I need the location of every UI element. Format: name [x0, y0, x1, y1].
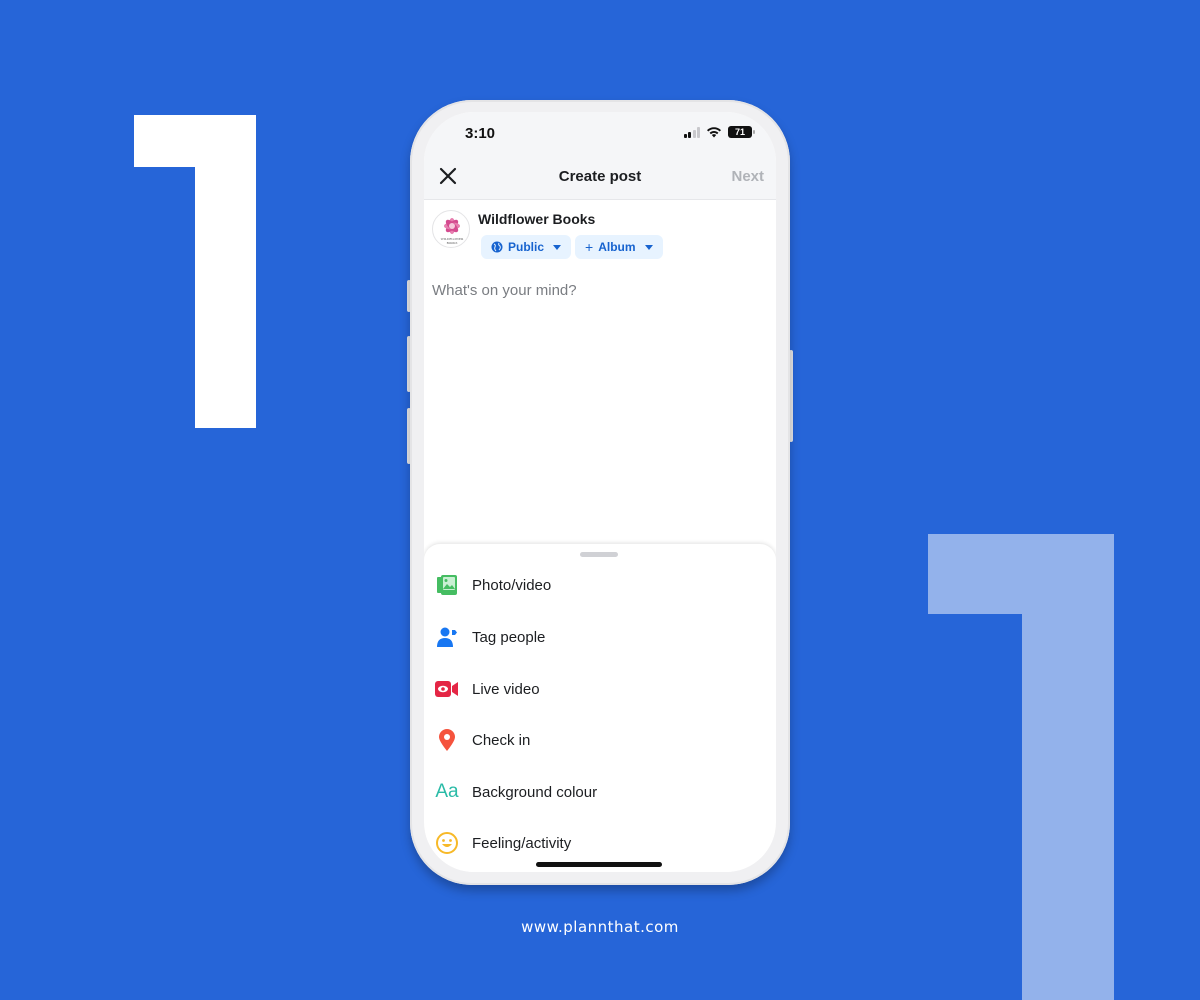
photo-video-icon	[434, 572, 460, 598]
location-pin-icon	[434, 727, 460, 753]
action-feeling-activity[interactable]: Feeling/activity	[424, 818, 776, 868]
globe-icon	[491, 241, 503, 253]
chevron-down-icon	[553, 244, 562, 250]
action-label: Check in	[472, 731, 531, 749]
battery-icon: 71	[728, 126, 755, 138]
album-label: Album	[598, 240, 636, 254]
create-post-header: Create post Next	[424, 154, 776, 200]
author-name: Wildflower Books	[478, 211, 596, 227]
tag-people-icon	[434, 624, 460, 650]
action-label: Live video	[472, 680, 540, 698]
phone-screen: 3:10 71 Create post Next WILDFLOWER BOOK…	[424, 112, 776, 872]
next-button[interactable]: Next	[731, 168, 764, 185]
sheet-drag-handle[interactable]	[580, 552, 618, 557]
action-live-video[interactable]: Live video	[424, 664, 776, 714]
text-aa-icon: Aa	[435, 781, 459, 802]
action-label: Feeling/activity	[472, 834, 572, 852]
status-icons: 71	[683, 126, 755, 138]
status-bar: 3:10 71	[424, 112, 776, 154]
wifi-icon	[707, 127, 721, 138]
wildflower-logo-icon: WILDFLOWER BOOKS	[441, 218, 464, 245]
status-time: 3:10	[465, 125, 496, 142]
action-label: Photo/video	[472, 576, 552, 594]
post-author: WILDFLOWER BOOKS Wildflower Books Public…	[432, 208, 768, 264]
plus-icon: +	[585, 239, 594, 255]
action-tag-people[interactable]: Tag people	[424, 612, 776, 662]
page-title: Create post	[558, 168, 642, 185]
footer-url: www.plannthat.com	[521, 918, 679, 936]
svg-text:BOOKS: BOOKS	[447, 241, 458, 245]
smiley-icon	[434, 830, 460, 856]
action-label: Background colour	[472, 783, 598, 801]
post-text-input[interactable]	[432, 282, 762, 532]
decorative-number-one-left-stem	[195, 115, 256, 428]
live-video-icon	[434, 676, 460, 702]
action-check-in[interactable]: Check in	[424, 715, 776, 765]
avatar[interactable]: WILDFLOWER BOOKS	[432, 210, 470, 248]
chevron-down-icon	[644, 244, 653, 250]
privacy-dropdown[interactable]: Public	[481, 235, 572, 259]
action-label: Tag people	[472, 628, 546, 646]
home-indicator[interactable]	[536, 862, 662, 867]
album-dropdown[interactable]: + Album	[575, 235, 663, 259]
action-photo-video[interactable]: Photo/video	[424, 560, 776, 610]
privacy-label: Public	[508, 240, 545, 254]
post-options-sheet: Photo/video Tag people Live video Check …	[424, 544, 776, 872]
cellular-signal-icon	[683, 126, 700, 138]
action-background-colour[interactable]: Aa Background colour	[424, 767, 776, 817]
